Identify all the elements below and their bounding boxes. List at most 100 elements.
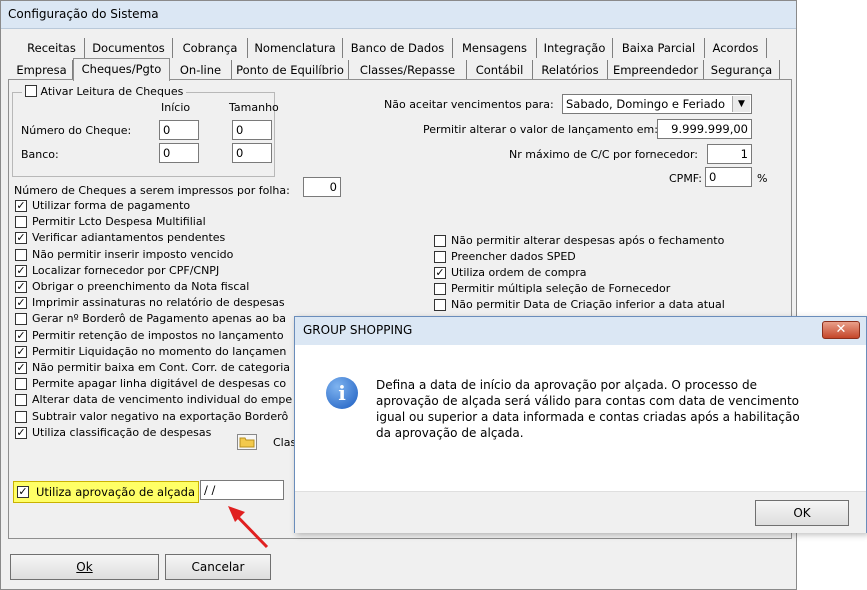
tab-acordos[interactable]: Acordos xyxy=(705,38,767,58)
option-label: Não permitir alterar despesas após o fec… xyxy=(451,234,725,247)
tab-row-2: Empresa Cheques/Pgto On-line Ponto de Eq… xyxy=(11,58,786,81)
tab-seguranca[interactable]: Segurança xyxy=(704,60,780,80)
info-icon: i xyxy=(326,377,358,409)
dialog-footer: OK xyxy=(295,491,866,533)
tab-online[interactable]: On-line xyxy=(170,60,232,80)
option-label: Permitir múltipla seleção de Fornecedor xyxy=(451,282,671,295)
option-checkbox[interactable] xyxy=(15,378,27,391)
option-checkbox[interactable] xyxy=(15,410,27,423)
option-label: Subtrair valor negativo na exportação Bo… xyxy=(32,409,289,423)
cpmf-input[interactable]: 0 xyxy=(705,167,752,187)
num-cheques-input[interactable]: 0 xyxy=(303,177,341,197)
option-label: Não permitir inserir imposto vencido xyxy=(32,247,234,261)
tab-empresa[interactable]: Empresa xyxy=(11,60,73,80)
option-checkbox[interactable]: ✓ xyxy=(434,267,446,279)
option-label: Utilizar forma de pagamento xyxy=(32,199,191,212)
tab-integracao[interactable]: Integração xyxy=(537,38,613,58)
option-label: Preencher dados SPED xyxy=(451,250,576,263)
option-checkbox[interactable] xyxy=(15,394,27,407)
tab-ponto-de-equilibrio[interactable]: Ponto de Equilíbrio xyxy=(232,60,349,80)
option-checkbox[interactable] xyxy=(15,216,27,229)
option-label: Gerar nº Borderô de Pagamento apenas ao … xyxy=(32,312,287,326)
numero-cheque-label: Número do Cheque: xyxy=(21,124,132,137)
option-label: Permitir Liquidação no momento do lançam… xyxy=(32,344,287,358)
tab-cobranca[interactable]: Cobrança xyxy=(173,38,248,58)
numero-cheque-inicio-input[interactable]: 0 xyxy=(159,120,199,140)
alcada-checkbox[interactable]: ✓ xyxy=(17,486,29,498)
option-checkbox[interactable]: ✓ xyxy=(15,264,27,277)
option-checkbox[interactable]: ✓ xyxy=(15,362,27,374)
option-label: Permitir retenção de impostos no lançame… xyxy=(32,328,284,342)
ativar-leitura-label: Ativar Leitura de Cheques xyxy=(40,85,184,98)
message-dialog: GROUP SHOPPING ✕ i Defina a data de iníc… xyxy=(294,316,867,533)
dialog-title: GROUP SHOPPING xyxy=(295,317,866,345)
nr-cc-label: Nr máximo de C/C por fornecedor: xyxy=(509,148,698,161)
folder-icon xyxy=(239,437,255,448)
tab-empreendedor[interactable]: Empreendedor xyxy=(608,60,704,80)
option-label: Não permitir baixa em Cont. Corr. de cat… xyxy=(32,361,291,374)
option-checkbox[interactable]: ✓ xyxy=(15,426,27,439)
option-checkbox[interactable] xyxy=(434,299,446,311)
alterar-valor-input[interactable]: 9.999.999,00 xyxy=(657,119,752,139)
col-inicio-label: Início xyxy=(161,101,191,114)
option-checkbox[interactable] xyxy=(434,251,446,263)
ok-button[interactable]: Ok xyxy=(10,554,159,580)
vencimento-select-value: Sabado, Domingo e Feriado xyxy=(566,97,726,111)
option-checkbox[interactable]: ✓ xyxy=(15,345,27,358)
cpmf-label: CPMF: xyxy=(669,172,702,185)
tab-classes-repasse[interactable]: Classes/Repasse xyxy=(349,60,467,80)
vencimento-label: Não aceitar vencimentos para: xyxy=(384,98,554,111)
banco-inicio-input[interactable]: 0 xyxy=(159,143,199,163)
numero-cheque-tamanho-input[interactable]: 0 xyxy=(232,120,272,140)
option-label: Verificar adiantamentos pendentes xyxy=(32,231,226,245)
option-checkbox[interactable] xyxy=(15,248,27,261)
option-checkbox[interactable] xyxy=(434,235,446,247)
cpmf-unit: % xyxy=(757,172,768,185)
vencimento-select[interactable]: Sabado, Domingo e Feriado ▼ xyxy=(562,94,752,114)
option-checkbox[interactable] xyxy=(15,313,27,326)
nr-cc-input[interactable]: 1 xyxy=(707,144,752,164)
option-label: Não permitir Data de Criação inferior a … xyxy=(451,298,725,311)
cancel-button-label: Cancelar xyxy=(191,560,245,574)
option-checkbox[interactable]: ✓ xyxy=(15,200,27,212)
tab-receitas[interactable]: Receitas xyxy=(19,38,85,58)
dialog-ok-button[interactable]: OK xyxy=(755,500,849,526)
col-tamanho-label: Tamanho xyxy=(229,101,279,114)
alcada-date-input[interactable]: / / xyxy=(200,480,284,500)
option-label: Permite apagar linha digitável de despes… xyxy=(32,377,287,391)
option-checkbox[interactable]: ✓ xyxy=(15,281,27,293)
option-checkbox[interactable] xyxy=(434,283,446,295)
dialog-message-line: aprovação de alçada será válido para con… xyxy=(376,394,800,408)
banco-label: Banco: xyxy=(21,148,59,161)
alcada-label: Utiliza aprovação de alçada xyxy=(36,485,196,499)
tab-nomenclatura[interactable]: Nomenclatura xyxy=(248,38,343,58)
classificacao-label: Clas xyxy=(273,436,297,449)
close-icon[interactable]: ✕ xyxy=(822,321,860,339)
alterar-valor-label: Permitir alterar o valor de lançamento e… xyxy=(423,123,658,136)
option-label: Localizar fornecedor por CPF/CNPJ xyxy=(32,263,220,277)
ativar-leitura-checkbox[interactable] xyxy=(25,85,37,97)
cancel-button[interactable]: Cancelar xyxy=(165,554,271,580)
dropdown-arrow-icon[interactable]: ▼ xyxy=(732,96,750,112)
option-label: Utiliza classificação de despesas xyxy=(32,425,212,439)
option-checkbox[interactable]: ✓ xyxy=(15,232,27,245)
banco-tamanho-input[interactable]: 0 xyxy=(232,143,272,163)
classificacao-folder-button[interactable] xyxy=(237,434,257,450)
num-cheques-label: Número de Cheques a serem impressos por … xyxy=(14,184,290,197)
tab-contabil[interactable]: Contábil xyxy=(467,60,533,80)
option-checkbox[interactable]: ✓ xyxy=(15,329,27,342)
tab-cheques-pgto[interactable]: Cheques/Pgto xyxy=(73,58,170,81)
option-label: Utiliza ordem de compra xyxy=(451,266,587,279)
dialog-message: Defina a data de início da aprovação por… xyxy=(376,377,846,441)
dialog-message-line: igual ou superior a data informada e con… xyxy=(376,410,800,424)
dialog-message-line: Defina a data de início da aprovação por… xyxy=(376,378,757,392)
tab-relatorios[interactable]: Relatórios xyxy=(533,60,608,80)
tab-row-1: Receitas Documentos Cobrança Nomenclatur… xyxy=(19,38,779,58)
option-checkbox[interactable]: ✓ xyxy=(15,297,27,310)
tab-mensagens[interactable]: Mensagens xyxy=(453,38,537,58)
tab-banco-de-dados[interactable]: Banco de Dados xyxy=(343,38,453,58)
option-label: Permitir Lcto Despesa Multifilial xyxy=(32,215,206,229)
tab-documentos[interactable]: Documentos xyxy=(85,38,173,58)
ok-button-label: Ok xyxy=(76,560,93,574)
tab-baixa-parcial[interactable]: Baixa Parcial xyxy=(613,38,705,58)
